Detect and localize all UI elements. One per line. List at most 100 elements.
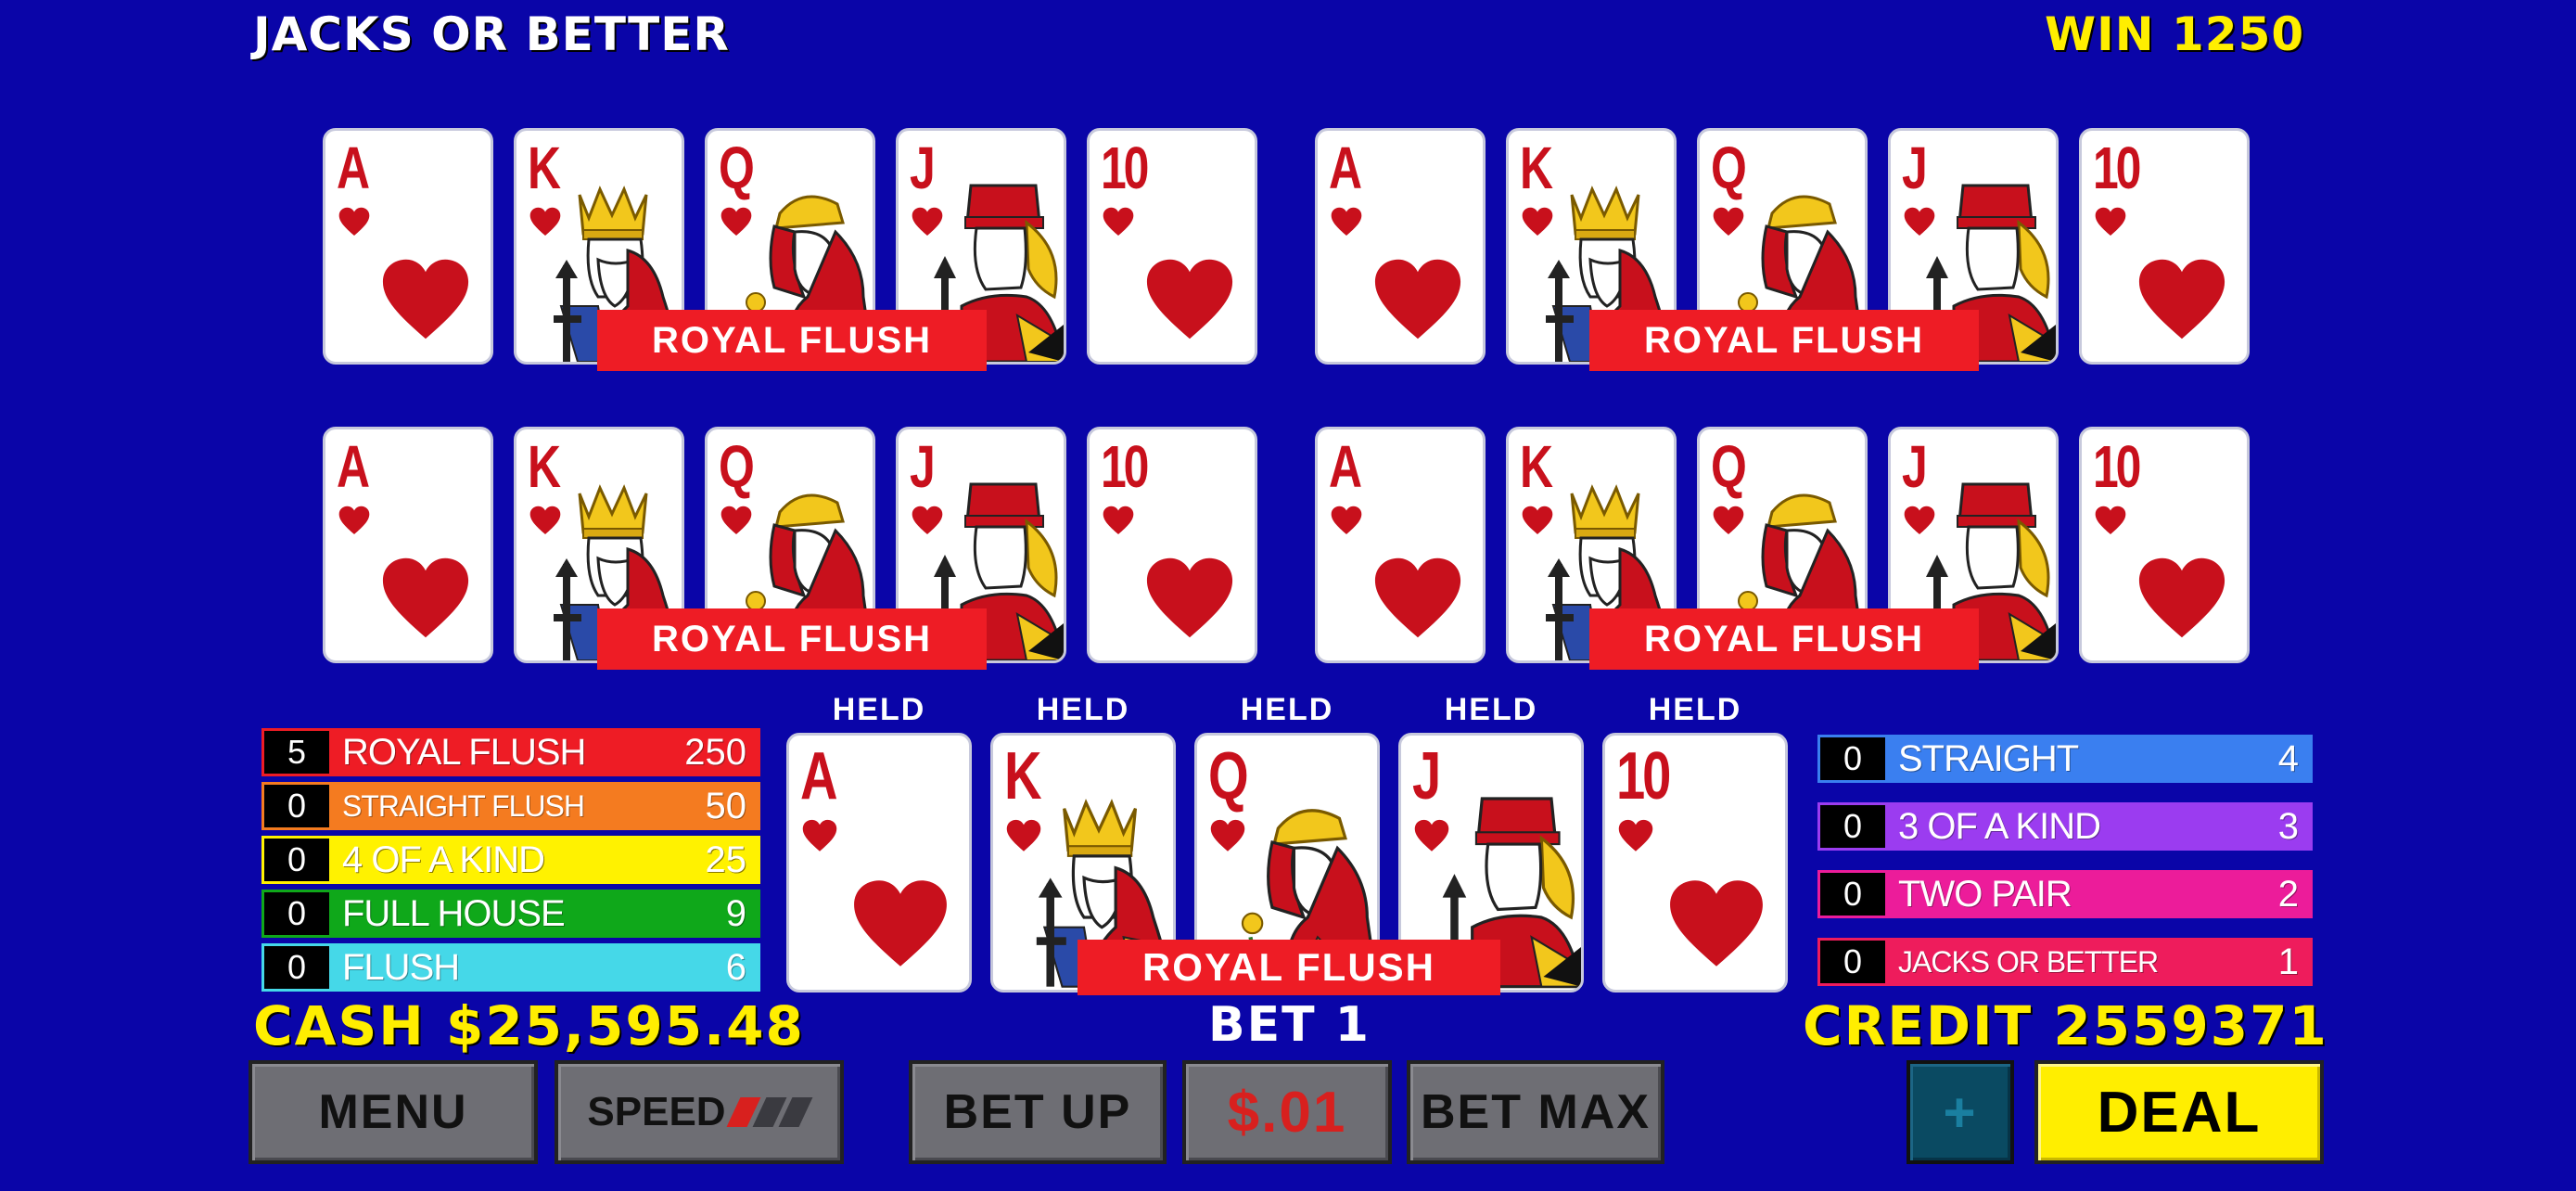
paytable-hit-count: 0 [1820,873,1885,916]
speed-button-label: SPEED [587,1089,726,1134]
win-amount: WIN 1250 [2045,7,2305,61]
add-credit-button[interactable]: + [1906,1060,2014,1164]
card-rank: A [800,739,838,813]
paytable-hit-count: 0 [264,946,329,989]
heart-suit-icon [338,207,370,237]
paytable-payout: 25 [705,839,747,880]
paytable-row: 0 JACKS OR BETTER 1 [1817,938,2313,986]
card-rank: 10 [2093,433,2141,500]
paytable-hand-name: STRAIGHT [1898,737,2079,779]
paytable-payout: 6 [725,946,746,988]
deal-button-label: DEAL [2097,1080,2262,1145]
paytable-row: 0 4 OF A KIND 25 [261,836,760,884]
card-rank: A [1329,134,1362,201]
plus-icon: + [1943,1081,1978,1144]
playing-card: A [323,427,493,663]
deal-button[interactable]: DEAL [2034,1060,2324,1164]
main-hand-result-label: ROYAL FLUSH [1078,940,1500,995]
paytable-hand-name: TWO PAIR [1898,873,2072,915]
playing-card[interactable]: A [786,733,972,992]
heart-suit-icon [852,878,949,969]
held-indicator: HELD [1240,692,1334,727]
speed-level-icon [726,1097,813,1127]
paytable-payout: 3 [2277,805,2299,847]
paytable-hit-count: 0 [1820,805,1885,848]
paytable-hit-count: 0 [264,839,329,881]
paytable-hand-name: 3 OF A KIND [1898,805,2101,847]
hand-result-label: ROYAL FLUSH [597,608,987,670]
held-indicator: HELD [832,692,926,727]
hand-result-label: ROYAL FLUSH [1589,310,1979,371]
paytable-hit-count: 5 [264,731,329,774]
playing-card: A [1315,427,1486,663]
paytable-hand-name: STRAIGHT FLUSH [342,788,585,823]
playing-card: 10 [2079,427,2250,663]
paytable-payout: 4 [2277,737,2299,779]
denomination-label: $.01 [1227,1080,1347,1145]
heart-suit-icon [2095,207,2126,237]
card-rank: 10 [1101,134,1149,201]
denomination-button[interactable]: $.01 [1182,1060,1392,1164]
heart-suit-icon [1103,506,1134,535]
heart-suit-icon [381,557,470,640]
card-rank: A [337,433,370,500]
cash-display: CASH $25,595.48 [253,994,805,1057]
paytable-hand-name: ROYAL FLUSH [342,731,586,773]
playing-card[interactable]: 10 [1602,733,1788,992]
paytable-payout: 2 [2277,873,2299,915]
speed-button[interactable]: SPEED [555,1060,844,1164]
paytable-row: 0 FLUSH 6 [261,943,760,992]
paytable-row: 0 3 OF A KIND 3 [1817,802,2313,851]
heart-suit-icon [381,258,470,341]
paytable-hand-name: FULL HOUSE [342,892,566,934]
heart-suit-icon [802,819,837,852]
heart-suit-icon [1618,819,1653,852]
paytable-payout: 9 [725,892,746,934]
playing-card: A [1315,128,1486,365]
paytable-payout: 250 [684,731,746,773]
heart-suit-icon [1668,878,1765,969]
held-indicator: HELD [1036,692,1130,727]
paytable-payout: 1 [2277,941,2299,982]
paytable-payout: 50 [705,785,747,826]
bet-display: BET 1 [1208,997,1371,1053]
heart-suit-icon [2095,506,2126,535]
heart-suit-icon [2137,258,2226,341]
credit-display: CREDIT 2559371 [1803,994,2328,1057]
paytable-hand-name: 4 OF A KIND [342,839,545,880]
bet-max-button[interactable]: BET MAX [1407,1060,1664,1164]
menu-button-label: MENU [318,1085,468,1139]
playing-card: 10 [1087,427,1257,663]
paytable-row: 5 ROYAL FLUSH 250 [261,728,760,776]
card-rank: A [337,134,370,201]
heart-suit-icon [1373,557,1462,640]
paytable-hand-name: FLUSH [342,946,460,988]
bet-up-label: BET UP [943,1085,1132,1139]
card-rank: A [1329,433,1362,500]
paytable-row: 0 STRAIGHT FLUSH 50 [261,782,760,830]
paytable-row: 0 FULL HOUSE 9 [261,890,760,938]
card-rank: 10 [1616,739,1671,813]
playing-card: A [323,128,493,365]
paytable-hit-count: 0 [1820,941,1885,983]
hand-result-label: ROYAL FLUSH [597,310,987,371]
card-rank: 10 [2093,134,2141,201]
heart-suit-icon [1103,207,1134,237]
heart-suit-icon [1331,207,1362,237]
held-indicator: HELD [1648,692,1742,727]
heart-suit-icon [1331,506,1362,535]
hand-result-label: ROYAL FLUSH [1589,608,1979,670]
held-indicator: HELD [1444,692,1538,727]
card-rank: 10 [1101,433,1149,500]
paytable-row: 0 TWO PAIR 2 [1817,870,2313,918]
heart-suit-icon [2137,557,2226,640]
heart-suit-icon [338,506,370,535]
bet-up-button[interactable]: BET UP [909,1060,1167,1164]
paytable-hit-count: 0 [264,785,329,827]
paytable-hit-count: 0 [1820,737,1885,780]
heart-suit-icon [1373,258,1462,341]
menu-button[interactable]: MENU [249,1060,538,1164]
heart-suit-icon [1145,258,1234,341]
bet-max-label: BET MAX [1421,1085,1651,1139]
heart-suit-icon [1145,557,1234,640]
